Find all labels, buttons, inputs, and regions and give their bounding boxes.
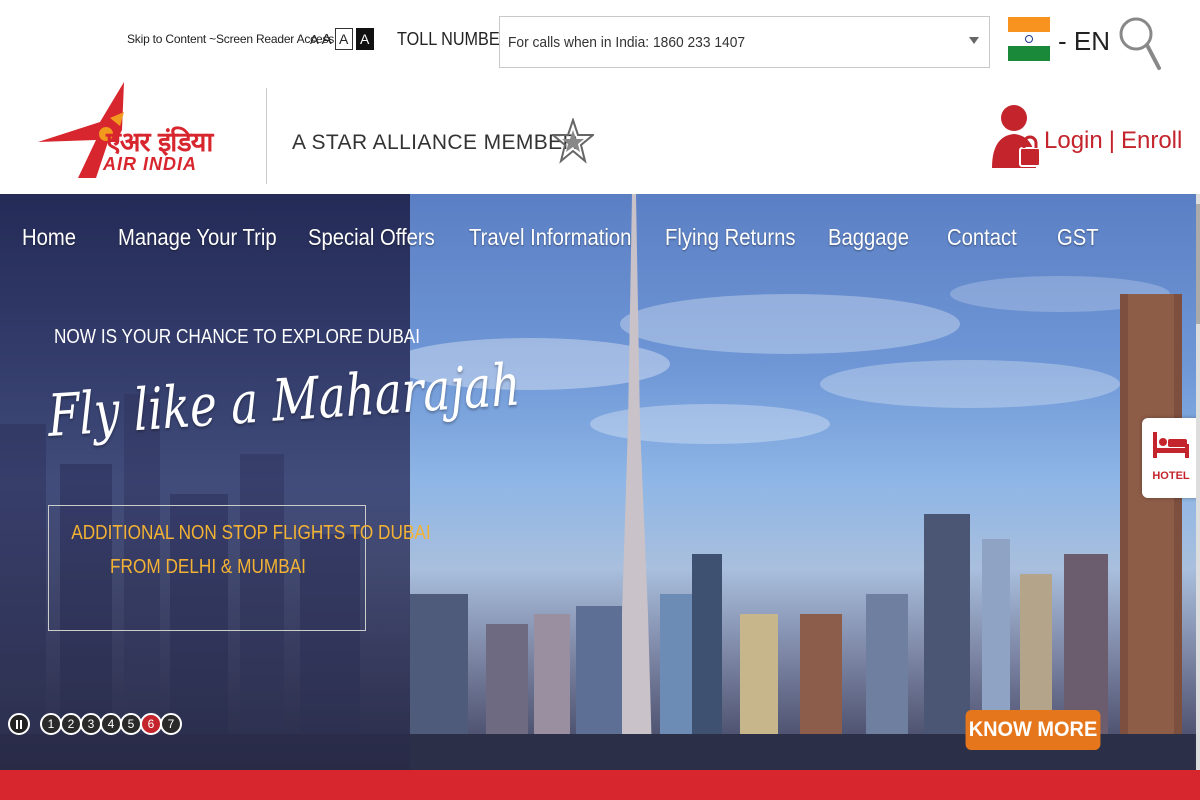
login-enroll-links: Login | Enroll [1044, 127, 1182, 155]
slide-dot[interactable]: 2 [60, 713, 82, 735]
nav-item-special-offers[interactable]: Special Offers [308, 224, 435, 251]
login-link[interactable]: Login [1044, 127, 1103, 154]
skip-to-content-link[interactable]: Skip to Content ~Screen Reader Access [127, 32, 334, 46]
hero-banner[interactable]: Home Manage Your Trip Special Offers Tra… [0, 194, 1200, 770]
nav-item-flying-returns[interactable]: Flying Returns [665, 224, 795, 251]
slide-dot[interactable]: 4 [100, 713, 122, 735]
footer-red-bar [0, 770, 1200, 800]
hotel-tab[interactable]: HOTEL [1142, 418, 1200, 498]
site-header: एअर इंडिया AIR INDIA A STAR ALLIANCE MEM… [0, 82, 1200, 194]
search-icon[interactable] [1116, 10, 1162, 72]
nav-item-contact[interactable]: Contact [947, 224, 1017, 251]
promo-line-1: ADDITIONAL NON STOP FLIGHTS TO DUBAI [71, 522, 431, 544]
scrollbar-thumb[interactable] [1196, 204, 1200, 324]
header-divider [266, 88, 267, 184]
toll-number-select[interactable]: For calls when in India: 1860 233 1407 [499, 16, 990, 68]
star-alliance-label: A STAR ALLIANCE MEMBER [292, 131, 579, 154]
star-alliance-icon [552, 118, 594, 164]
page-scrollbar[interactable] [1196, 194, 1200, 770]
enroll-link[interactable]: Enroll [1121, 127, 1182, 154]
toll-number-value: For calls when in India: 1860 233 1407 [508, 34, 746, 51]
slide-dot[interactable]: 1 [40, 713, 62, 735]
air-india-logo[interactable]: एअर इंडिया AIR INDIA [36, 82, 246, 182]
bed-icon [1153, 432, 1189, 458]
pause-icon[interactable] [8, 713, 30, 735]
nav-item-travel-information[interactable]: Travel Information [469, 224, 631, 251]
nav-item-home[interactable]: Home [22, 224, 76, 251]
slide-dot[interactable]: 7 [160, 713, 182, 735]
slide-controls: 1 2 3 4 5 6 7 [8, 713, 182, 735]
slide-dot[interactable]: 3 [80, 713, 102, 735]
contrast-normal-button[interactable]: A [334, 28, 353, 50]
promo-line-2: FROM DELHI & MUMBAI [110, 556, 306, 578]
hotel-label: HOTEL [1152, 470, 1190, 482]
toll-number-label: TOLL NUMBER [397, 29, 512, 49]
contrast-dark-button[interactable]: A [355, 28, 374, 50]
india-flag-icon[interactable] [1008, 17, 1050, 61]
logo-english-text: AIR INDIA [103, 154, 197, 174]
promo-details-box: ADDITIONAL NON STOP FLIGHTS TO DUBAI FRO… [48, 505, 431, 631]
know-more-button[interactable]: KNOW MORE [965, 710, 1101, 750]
utility-bar: Skip to Content ~Screen Reader Access A … [0, 0, 1200, 82]
chevron-down-icon [969, 37, 979, 44]
nav-item-manage-your-trip[interactable]: Manage Your Trip [118, 224, 277, 251]
main-navigation: Home Manage Your Trip Special Offers Tra… [0, 224, 1200, 264]
font-smaller-button[interactable]: A [310, 32, 319, 47]
promo-overlay-panel [0, 194, 410, 770]
slide-dot[interactable]: 5 [120, 713, 142, 735]
nav-item-gst[interactable]: GST [1057, 224, 1099, 251]
font-size-controls: A A A A [310, 28, 374, 50]
user-lock-icon[interactable] [990, 100, 1042, 172]
nav-item-baggage[interactable]: Baggage [828, 224, 909, 251]
font-larger-button[interactable]: A [322, 31, 332, 48]
language-selector[interactable]: - EN [1058, 26, 1110, 57]
login-separator: | [1108, 127, 1115, 154]
slide-dot-active[interactable]: 6 [140, 713, 162, 735]
promo-headline: NOW IS YOUR CHANCE TO EXPLORE DUBAI [54, 326, 421, 348]
